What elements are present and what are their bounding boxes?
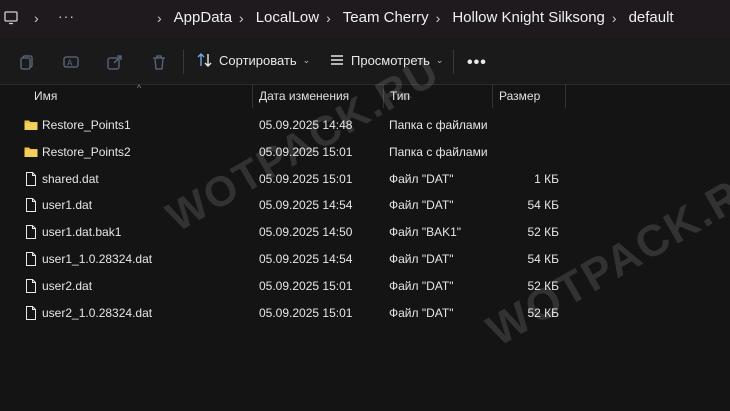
file-icon [24, 278, 38, 293]
file-date: 05.09.2025 14:54 [259, 251, 353, 266]
toolbar-divider [183, 50, 184, 74]
computer-icon[interactable] [4, 11, 18, 25]
breadcrumb-segment: › Hollow Knight Silksong [429, 9, 605, 26]
file-list: Restore_Points1 05.09.2025 14:48 Папка с ф… [0, 111, 730, 325]
view-button[interactable]: Просмотреть ⌄ [329, 52, 443, 68]
copy-icon[interactable] [18, 53, 36, 71]
file-type: Файл "DAT" [389, 251, 454, 266]
more-options-button[interactable]: ••• [467, 54, 487, 72]
svg-text:A: A [67, 59, 73, 68]
breadcrumb-segment: › AppData [150, 9, 232, 26]
file-date: 05.09.2025 14:50 [259, 225, 353, 240]
column-divider[interactable] [252, 84, 253, 108]
breadcrumb-segment: › default [605, 9, 674, 26]
chevron-down-icon: ⌄ [435, 54, 444, 65]
share-icon[interactable] [106, 53, 124, 71]
address-bar: › ··· › AppData › LocalLow › Team Cherry › Holl… [0, 0, 730, 38]
breadcrumb-item[interactable]: Hollow Knight Silksong [452, 9, 605, 26]
column-type[interactable]: Тип [390, 89, 410, 103]
column-date[interactable]: Дата изменения [259, 89, 349, 103]
toolbar-divider [453, 50, 454, 74]
file-name: Restore_Points1 [42, 118, 131, 132]
file-name: user1.dat.bak1 [42, 225, 122, 240]
breadcrumb-item[interactable]: default [629, 9, 674, 26]
file-row[interactable]: user1.dat.bak1 05.09.2025 14:50 Файл "BAK1… [0, 218, 730, 245]
sort-button[interactable]: Сортировать ⌄ [197, 52, 310, 68]
file-row[interactable]: shared.dat 05.09.2025 15:01 Файл "DAT" 1 КБ [0, 165, 730, 192]
file-row[interactable]: Restore_Points2 05.09.2025 15:01 Папка с ф… [0, 138, 730, 165]
file-date: 05.09.2025 15:01 [259, 144, 353, 159]
file-name: user1_1.0.28324.dat [42, 251, 153, 266]
file-type: Папка с файлами [389, 144, 488, 159]
column-divider[interactable] [565, 84, 566, 108]
file-type: Файл "DAT" [389, 278, 454, 293]
file-icon [24, 171, 38, 186]
column-divider[interactable] [383, 84, 384, 108]
file-name: user2.dat [42, 278, 93, 293]
chevron-right-icon: › [34, 10, 39, 26]
file-name: shared.dat [42, 171, 99, 186]
chevron-right-icon[interactable]: › [239, 10, 244, 26]
file-name: user2_1.0.28324.dat [42, 305, 153, 320]
file-type: Файл "DAT" [389, 171, 454, 186]
file-row[interactable]: user2_1.0.28324.dat 05.09.2025 15:01 Файл … [0, 299, 730, 326]
file-size: 54 КБ [527, 198, 559, 213]
file-name: user1.dat [42, 198, 93, 213]
file-row[interactable]: Restore_Points1 05.09.2025 14:48 Папка с ф… [0, 111, 730, 138]
file-icon [24, 305, 38, 320]
file-type: Файл "BAK1" [389, 225, 462, 240]
file-date: 05.09.2025 14:48 [259, 118, 353, 132]
breadcrumb-overflow-button[interactable]: ··· [58, 8, 75, 24]
chevron-down-icon: ⌄ [302, 54, 311, 65]
file-date: 05.09.2025 15:01 [259, 278, 353, 293]
chevron-right-icon[interactable]: › [436, 10, 441, 26]
delete-icon[interactable] [150, 53, 168, 71]
file-type: Папка с файлами [389, 118, 488, 132]
column-header: ^ Имя Дата изменения Тип Размер [0, 83, 730, 108]
command-bar: A Сортировать ⌄ Просмотреть ⌄ [0, 38, 730, 85]
breadcrumb: › AppData › LocalLow › Team Cherry › Hollow Kni… [150, 9, 674, 26]
file-size: 1 КБ [534, 171, 559, 186]
breadcrumb-segment: › Team Cherry [319, 9, 429, 26]
file-row[interactable]: user2.dat 05.09.2025 15:01 Файл "DAT" 52 КБ [0, 272, 730, 299]
view-label: Просмотреть [351, 52, 430, 68]
column-divider[interactable] [492, 84, 493, 108]
file-type: Файл "DAT" [389, 305, 454, 320]
breadcrumb-segment: › LocalLow [232, 9, 319, 26]
column-size[interactable]: Размер [499, 89, 540, 103]
breadcrumb-item[interactable]: Team Cherry [343, 9, 429, 26]
sort-icon [197, 53, 212, 67]
folder-icon [24, 145, 38, 159]
view-icon [331, 55, 343, 65]
sort-label: Сортировать [219, 52, 297, 68]
file-icon [24, 251, 38, 266]
file-date: 05.09.2025 15:01 [259, 171, 353, 186]
file-size: 52 КБ [527, 305, 559, 320]
chevron-right-icon[interactable]: › [326, 10, 331, 26]
breadcrumb-item[interactable]: LocalLow [256, 9, 319, 26]
folder-icon [24, 118, 38, 132]
breadcrumb-item[interactable]: AppData [174, 9, 232, 26]
rename-icon[interactable]: A [62, 53, 80, 71]
file-date: 05.09.2025 14:54 [259, 198, 353, 213]
chevron-right-icon[interactable]: › [612, 10, 617, 26]
chevron-right-icon[interactable]: › [157, 10, 162, 26]
file-icon [24, 225, 38, 240]
file-size: 54 КБ [527, 251, 559, 266]
file-name: Restore_Points2 [42, 144, 131, 159]
file-date: 05.09.2025 15:01 [259, 305, 353, 320]
file-size: 52 КБ [527, 278, 559, 293]
file-size: 52 КБ [527, 225, 559, 240]
file-row[interactable]: user1_1.0.28324.dat 05.09.2025 14:54 Файл … [0, 245, 730, 272]
sort-ascending-icon: ^ [137, 83, 142, 93]
file-icon [24, 198, 38, 213]
file-type: Файл "DAT" [389, 198, 454, 213]
file-row[interactable]: user1.dat 05.09.2025 14:54 Файл "DAT" 54 КБ [0, 191, 730, 218]
column-name[interactable]: Имя [34, 89, 57, 103]
